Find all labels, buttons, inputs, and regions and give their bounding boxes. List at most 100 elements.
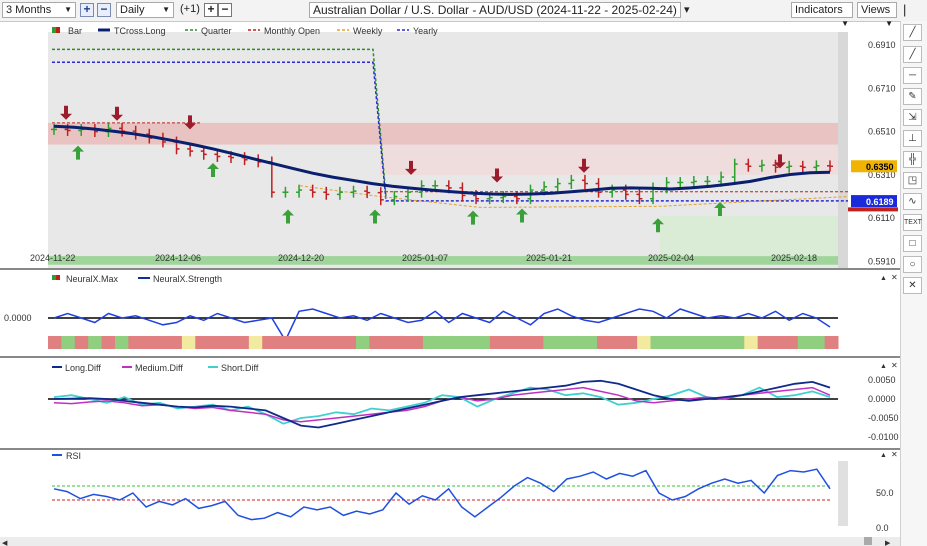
- neuralx-max-cell: [797, 336, 812, 349]
- neuralx-max-cell: [141, 336, 156, 349]
- offset-minus-button[interactable]: −: [218, 3, 232, 17]
- x-tick-label: 2024-11-22: [30, 253, 75, 263]
- legend-label: RSI: [66, 451, 81, 461]
- neuralx-max-cell: [289, 336, 303, 349]
- channel-tool-icon[interactable]: ⇲: [903, 109, 922, 126]
- neuralx-max-cell: [128, 336, 143, 349]
- y-tick-label: 50.0: [876, 488, 894, 498]
- indicators-label: Indicators: [795, 4, 843, 16]
- zoom-out-button[interactable]: −: [97, 3, 111, 17]
- symbol-title-field[interactable]: Australian Dollar / U.S. Dollar - AUD/US…: [309, 2, 681, 18]
- period-select[interactable]: 3 Months ▼: [2, 2, 76, 18]
- neuralx-max-cell: [396, 336, 411, 349]
- neuralx-max-cell: [101, 336, 116, 349]
- neuralx-max-cell: [556, 336, 571, 349]
- chart-area[interactable]: 0.69100.67100.65100.63100.61100.59102024…: [0, 21, 900, 546]
- resistance-zone-lower: [380, 144, 840, 175]
- x-tick-label: 2024-12-06: [155, 253, 201, 263]
- neuralx-max-cell: [690, 336, 705, 349]
- legend-label: Short.Diff: [221, 363, 259, 373]
- scroll-right-icon: ▶: [885, 540, 891, 546]
- panel-collapse-icon: ▲: [880, 363, 887, 370]
- neuralx-max-cell: [744, 336, 759, 349]
- neuralx-max-cell: [489, 336, 504, 349]
- neuralx-max-cell: [114, 336, 129, 349]
- ellipse-tool-icon[interactable]: ○: [903, 256, 922, 273]
- drawing-toolbar: ╱ ╱ ─ ✎ ⇲ ⊥ ╬ ◳ ∿ TEXT □ ○ ✕: [900, 21, 927, 546]
- legend-label: NeuralX.Max: [66, 274, 119, 284]
- resistance-zone: [48, 122, 838, 145]
- x-tick-label: 2024-12-20: [278, 253, 324, 263]
- neuralx-max-cell: [302, 336, 317, 349]
- neuralx-max-cell: [516, 336, 531, 349]
- neuralx-max-cell: [61, 336, 76, 349]
- dropdown-arrow-icon: ▼: [64, 5, 72, 14]
- zoom-in-button[interactable]: +: [80, 3, 94, 17]
- legend-label: Weekly: [353, 26, 383, 36]
- interval-select-value: Daily: [120, 4, 145, 16]
- offset-label: (+1): [180, 3, 200, 15]
- neuralx-max-cell: [583, 336, 598, 349]
- neuralx-max-cell: [262, 336, 277, 349]
- neuralx-max-cell: [208, 336, 223, 349]
- period-select-value: 3 Months: [6, 4, 52, 16]
- fib-tool-icon[interactable]: ⊥: [903, 130, 922, 147]
- y-tick-label: 0.6910: [868, 40, 896, 50]
- long-diff-line: [53, 379, 831, 429]
- rsi-scroll-track: [838, 461, 848, 526]
- legend-swatch: [52, 275, 56, 280]
- panel-close-icon: ✕: [891, 361, 898, 370]
- neuralx-max-cell: [637, 336, 652, 349]
- legend-label: TCross.Long: [114, 26, 166, 36]
- y-tick-label: 0.0000: [4, 313, 32, 323]
- delete-drawings-icon[interactable]: ✕: [903, 277, 922, 294]
- horizontal-line-icon[interactable]: ─: [903, 67, 922, 84]
- interval-select[interactable]: Daily ▼: [116, 2, 174, 18]
- neuralx-max-cell: [248, 336, 263, 349]
- symbol-dropdown-icon[interactable]: ▾: [684, 3, 690, 16]
- price-scroll-track: [838, 32, 848, 268]
- offset-plus-button[interactable]: +: [204, 3, 218, 17]
- legend-swatch: [56, 275, 60, 280]
- line-tool-icon[interactable]: ╱: [903, 24, 922, 41]
- pencil-icon[interactable]: ✎: [903, 88, 922, 105]
- crosshair-icon[interactable]: ╬: [903, 151, 922, 168]
- ray-tool-icon[interactable]: ╱: [903, 46, 922, 63]
- indicators-button[interactable]: Indicators ▼: [791, 2, 853, 28]
- x-tick-label: 2025-02-04: [648, 253, 694, 263]
- neuralx-max-cell: [235, 336, 250, 349]
- wave-tool-icon[interactable]: ∿: [903, 193, 922, 210]
- neuralx-max-cell: [717, 336, 732, 349]
- horizontal-scrollbar: [0, 537, 900, 546]
- neuralx-max-cell: [155, 336, 170, 349]
- neuralx-max-cell: [596, 336, 611, 349]
- y-tick-label: -0.0100: [868, 432, 899, 442]
- neuralx-max-cell: [503, 336, 518, 349]
- y-tick-label: 0.0050: [868, 375, 896, 385]
- level-price-label: 0.6189: [866, 197, 894, 207]
- rectangle-tool-icon[interactable]: □: [903, 235, 922, 252]
- legend-label: Medium.Diff: [135, 363, 183, 373]
- text-tool-icon[interactable]: TEXT: [903, 214, 922, 231]
- scroll-left-icon: ◀: [2, 540, 8, 546]
- current-price-label: 0.6350: [866, 162, 894, 172]
- neuralx-max-cell: [355, 336, 370, 349]
- y-tick-label: 0.0: [876, 523, 889, 533]
- toolbar-close-icon[interactable]: |: [903, 2, 906, 17]
- neuralx-max-cell: [543, 336, 558, 349]
- neuralx-strength-line: [53, 308, 831, 343]
- dropdown-arrow-icon: ▼: [162, 5, 170, 14]
- neuralx-max-cell: [181, 336, 196, 349]
- toolbar: 3 Months ▼ + − Daily ▼ (+1) + − Australian…: [0, 0, 927, 28]
- medium-diff-line: [53, 386, 831, 423]
- level-red-marker: [848, 207, 898, 212]
- neuralx-max-cell: [48, 336, 62, 349]
- views-button[interactable]: Views ▼: [857, 2, 897, 28]
- neuralx-max-cell: [771, 336, 785, 349]
- callout-icon[interactable]: ◳: [903, 172, 922, 189]
- panel-close-icon: ✕: [891, 450, 898, 459]
- scrollbar-thumb: [864, 537, 872, 545]
- support-zone-right: [660, 216, 840, 257]
- y-tick-label: 0.6510: [868, 127, 896, 137]
- neuralx-max-cell: [88, 336, 103, 349]
